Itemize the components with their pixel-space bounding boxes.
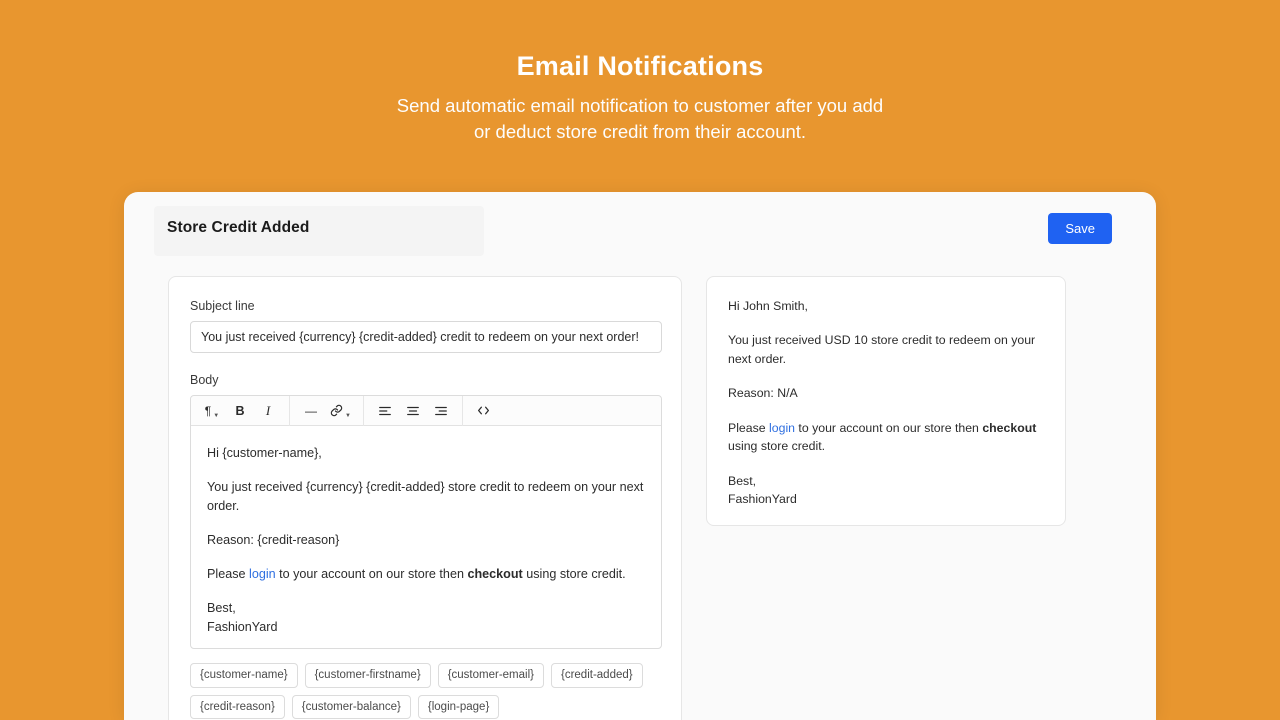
horizontal-rule-icon: — bbox=[305, 404, 317, 418]
body-label: Body bbox=[190, 373, 660, 387]
preview-cta-suffix: using store credit. bbox=[728, 439, 825, 453]
card-title: Store Credit Added bbox=[167, 219, 309, 237]
email-body-editor[interactable]: Hi {customer-name}, You just received {c… bbox=[191, 426, 661, 648]
align-left-icon bbox=[378, 404, 392, 418]
page-subtitle-line-1: Send automatic email notification to cus… bbox=[290, 93, 990, 119]
link-icon bbox=[330, 404, 343, 417]
preview-paragraph-2: Reason: N/A bbox=[728, 384, 1044, 402]
email-preview-panel: Hi John Smith, You just received USD 10 … bbox=[706, 276, 1066, 526]
cta-suffix: using store credit. bbox=[523, 567, 626, 581]
preview-login-link[interactable]: login bbox=[769, 421, 795, 435]
variable-token-list: {customer-name} {customer-firstname} {cu… bbox=[190, 663, 662, 719]
toolbar-group-align bbox=[364, 396, 463, 426]
code-button[interactable] bbox=[473, 400, 495, 422]
token-chip[interactable]: {customer-email} bbox=[438, 663, 544, 688]
cta-middle: to your account on our store then bbox=[276, 567, 468, 581]
settings-card: Store Credit Added Save Subject line Bod… bbox=[124, 192, 1156, 720]
chevron-down-icon: ▼ bbox=[213, 413, 219, 419]
token-chip[interactable]: {customer-name} bbox=[190, 663, 298, 688]
save-button[interactable]: Save bbox=[1048, 213, 1112, 244]
paragraph-icon: ¶ bbox=[205, 404, 211, 418]
subject-input[interactable] bbox=[190, 321, 662, 353]
chevron-down-icon: ▼ bbox=[345, 413, 351, 419]
token-chip[interactable]: {customer-firstname} bbox=[305, 663, 431, 688]
align-left-button[interactable] bbox=[374, 400, 396, 422]
token-chip[interactable]: {credit-added} bbox=[551, 663, 643, 688]
code-icon bbox=[476, 404, 491, 417]
body-paragraph-2: Reason: {credit-reason} bbox=[207, 531, 645, 549]
horizontal-rule-button[interactable]: — bbox=[300, 400, 322, 422]
preview-cta-prefix: Please bbox=[728, 421, 769, 435]
card-body: Subject line Body ¶ ▼ B I bbox=[124, 276, 1156, 720]
body-signature-block: Best, FashionYard bbox=[207, 599, 645, 636]
bold-icon: B bbox=[235, 404, 244, 418]
preview-checkout-bold: checkout bbox=[982, 421, 1036, 435]
login-link[interactable]: login bbox=[249, 567, 276, 581]
paragraph-style-dropdown[interactable]: ¶ ▼ bbox=[201, 400, 223, 422]
align-center-icon bbox=[406, 404, 420, 418]
bold-button[interactable]: B bbox=[229, 400, 251, 422]
body-signature: FashionYard bbox=[207, 620, 277, 634]
preview-signoff: Best, bbox=[728, 474, 756, 488]
italic-button[interactable]: I bbox=[257, 400, 279, 422]
toolbar-group-code bbox=[463, 396, 505, 426]
page-title: Email Notifications bbox=[0, 52, 1280, 82]
page-header: Email Notifications Send automatic email… bbox=[0, 0, 1280, 145]
editor-toolbar: ¶ ▼ B I — bbox=[191, 396, 661, 426]
preview-cta-middle: to your account on our store then bbox=[795, 421, 982, 435]
cta-prefix: Please bbox=[207, 567, 249, 581]
card-header: Store Credit Added Save bbox=[124, 192, 1156, 264]
email-editor-panel: Subject line Body ¶ ▼ B I bbox=[168, 276, 682, 720]
page-subtitle: Send automatic email notification to cus… bbox=[290, 93, 990, 146]
checkout-bold: checkout bbox=[467, 567, 522, 581]
preview-paragraph-1: You just received USD 10 store credit to… bbox=[728, 331, 1044, 368]
align-center-button[interactable] bbox=[402, 400, 424, 422]
rich-text-editor: ¶ ▼ B I — bbox=[190, 395, 662, 649]
body-greeting: Hi {customer-name}, bbox=[207, 444, 645, 462]
preview-signature: FashionYard bbox=[728, 492, 797, 506]
toolbar-group-text: ¶ ▼ B I bbox=[191, 396, 290, 426]
toolbar-group-insert: — ▼ bbox=[290, 396, 364, 426]
preview-cta-paragraph: Please login to your account on our stor… bbox=[728, 419, 1044, 456]
page-subtitle-line-2: or deduct store credit from their accoun… bbox=[290, 119, 990, 145]
body-signoff: Best, bbox=[207, 601, 236, 615]
italic-icon: I bbox=[266, 403, 270, 419]
preview-signature-block: Best, FashionYard bbox=[728, 472, 1044, 509]
align-right-icon bbox=[434, 404, 448, 418]
preview-greeting: Hi John Smith, bbox=[728, 297, 1044, 315]
align-right-button[interactable] bbox=[430, 400, 452, 422]
token-chip[interactable]: {credit-reason} bbox=[190, 695, 285, 720]
link-dropdown[interactable]: ▼ bbox=[328, 400, 353, 422]
body-cta-paragraph: Please login to your account on our stor… bbox=[207, 565, 645, 583]
body-paragraph-1: You just received {currency} {credit-add… bbox=[207, 478, 645, 515]
token-chip[interactable]: {customer-balance} bbox=[292, 695, 411, 720]
token-chip[interactable]: {login-page} bbox=[418, 695, 499, 720]
subject-line-label: Subject line bbox=[190, 299, 660, 313]
